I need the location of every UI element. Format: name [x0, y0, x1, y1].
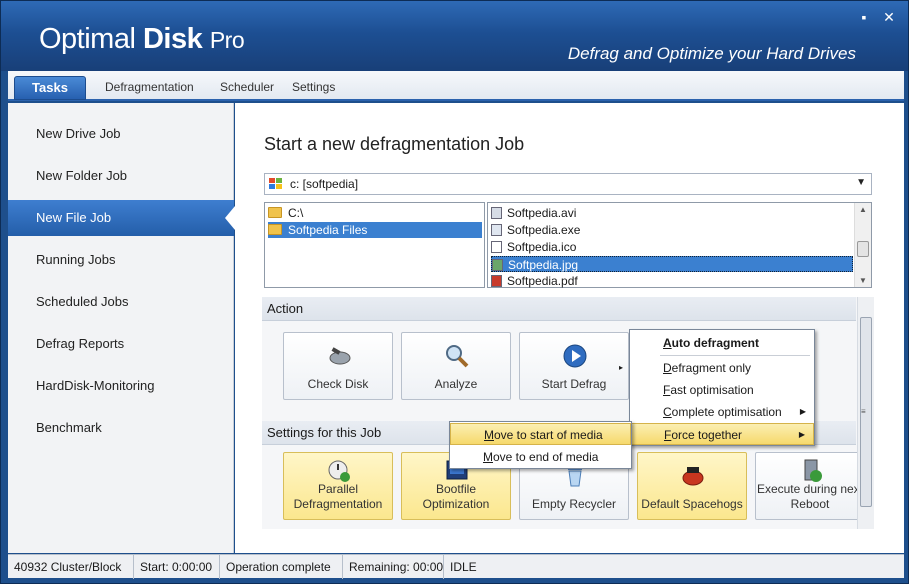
status-operation: Operation complete: [220, 555, 343, 579]
sidebar-item-new-file-job[interactable]: New File Job: [8, 200, 235, 236]
file-list: Softpedia.avi Softpedia.exe Softpedia.ic…: [487, 202, 872, 288]
spacehog-icon: [682, 467, 704, 486]
drive-dropdown[interactable]: c: [softpedia] ▼: [264, 173, 872, 195]
folder-icon: [268, 224, 282, 235]
sidebar-item-new-drive-job[interactable]: New Drive Job: [8, 116, 234, 152]
list-item[interactable]: Softpedia.avi: [491, 205, 853, 221]
sidebar-item-running-jobs[interactable]: Running Jobs: [8, 242, 234, 278]
sidebar-item-defrag-reports[interactable]: Defrag Reports: [8, 326, 234, 362]
close-button[interactable]: ✕: [881, 9, 897, 25]
sidebar-item-new-folder-job[interactable]: New Folder Job: [8, 158, 234, 194]
start-defrag-button[interactable]: Start Defrag ▸: [519, 332, 629, 400]
status-bar: 40932 Cluster/Block Start: 0:00:00 Opera…: [8, 554, 904, 579]
video-file-icon: [491, 207, 502, 219]
check-disk-icon: [329, 347, 351, 365]
status-state: IDLE: [450, 560, 477, 574]
menu-item-fast-optimisation[interactable]: Fast optimisation: [630, 379, 814, 401]
sidebar-item-benchmark[interactable]: Benchmark: [8, 410, 234, 446]
tree-item-softpedia-files[interactable]: Softpedia Files: [268, 222, 482, 238]
main-panel: Start a new defragmentation Job c: [soft…: [235, 103, 904, 553]
submenu-arrow-icon: ▶: [799, 407, 806, 416]
menu-item-force-together[interactable]: Force together ▶: [630, 423, 814, 445]
folder-icon: [268, 207, 282, 218]
menu-item-move-to-start[interactable]: Move to start of media: [450, 423, 631, 445]
status-cluster: 40932 Cluster/Block: [8, 555, 134, 579]
list-item[interactable]: Softpedia.pdf: [491, 273, 853, 289]
sidebar: New Drive Job New Folder Job New File Jo…: [8, 103, 235, 553]
scrollbar-thumb[interactable]: [857, 241, 869, 257]
chevron-down-icon[interactable]: ▼: [856, 177, 866, 188]
tab-bar: Tasks Defragmentation Scheduler Settings: [8, 71, 904, 101]
check-disk-button[interactable]: Check Disk: [283, 332, 393, 400]
menu-item-defragment-only[interactable]: Defragment only: [630, 357, 814, 379]
title-bar: Optimal Disk Pro Defrag and Optimize you…: [1, 1, 908, 71]
page-title: Start a new defragmentation Job: [264, 134, 525, 154]
tab-defragmentation[interactable]: Defragmentation: [105, 77, 194, 97]
menu-item-move-to-end[interactable]: Move to end of media: [450, 446, 631, 468]
file-list-scrollbar[interactable]: ▲ ▼: [854, 203, 871, 287]
panel-scrollbar[interactable]: ≡: [857, 297, 874, 529]
menu-divider: [660, 355, 810, 356]
exe-file-icon: [491, 224, 502, 236]
force-together-submenu: Move to start of media Move to end of me…: [449, 421, 632, 469]
list-item[interactable]: Softpedia.ico: [491, 239, 853, 255]
folder-tree: C:\ Softpedia Files: [264, 202, 485, 288]
tab-settings[interactable]: Settings: [292, 77, 335, 97]
tab-scheduler[interactable]: Scheduler: [220, 77, 274, 97]
scroll-up-icon[interactable]: ▲: [859, 205, 867, 214]
image-file-icon: [492, 259, 503, 271]
ico-file-icon: [491, 241, 502, 253]
tab-tasks[interactable]: Tasks: [14, 76, 86, 100]
app-title: Optimal Disk Pro: [39, 23, 245, 55]
default-spacehogs-toggle[interactable]: Default Spacehogs: [637, 452, 747, 520]
action-header: Action: [262, 297, 856, 321]
sidebar-item-scheduled-jobs[interactable]: Scheduled Jobs: [8, 284, 234, 320]
minimize-button[interactable]: ▪: [856, 9, 872, 25]
pdf-file-icon: [491, 275, 502, 287]
scroll-grip-icon: ≡: [861, 407, 866, 416]
submenu-arrow-icon: ▸: [618, 363, 623, 372]
status-remaining: Remaining: 00:00: [343, 555, 444, 579]
app-window: Optimal Disk Pro Defrag and Optimize you…: [0, 0, 909, 584]
sidebar-item-harddisk-monitoring[interactable]: HardDisk-Monitoring: [8, 368, 234, 404]
parallel-icon: [328, 460, 350, 482]
drive-dropdown-value: c: [softpedia]: [290, 177, 359, 191]
scroll-down-icon[interactable]: ▼: [859, 276, 867, 285]
analyze-button[interactable]: Analyze: [401, 332, 511, 400]
status-start: Start: 0:00:00: [134, 555, 220, 579]
app-tagline: Defrag and Optimize your Hard Drives: [567, 44, 856, 63]
play-icon: [563, 344, 587, 368]
defrag-menu: Auto defragment Defragment only Fast opt…: [629, 329, 815, 446]
submenu-arrow-icon: ▶: [798, 430, 805, 439]
menu-item-auto-defragment[interactable]: Auto defragment: [630, 332, 814, 354]
magnifier-icon: [446, 345, 469, 368]
reboot-icon: [804, 459, 822, 482]
list-item[interactable]: Softpedia.exe: [491, 222, 853, 238]
parallel-defragmentation-toggle[interactable]: Parallel Defragmentation: [283, 452, 393, 520]
tree-item-root[interactable]: C:\: [268, 205, 482, 221]
menu-item-complete-optimisation[interactable]: Complete optimisation ▶: [630, 401, 814, 423]
list-item[interactable]: Softpedia.jpg: [491, 256, 853, 272]
execute-next-reboot-toggle[interactable]: Execute during next Reboot: [755, 452, 865, 520]
windows-drive-icon: [269, 178, 282, 189]
